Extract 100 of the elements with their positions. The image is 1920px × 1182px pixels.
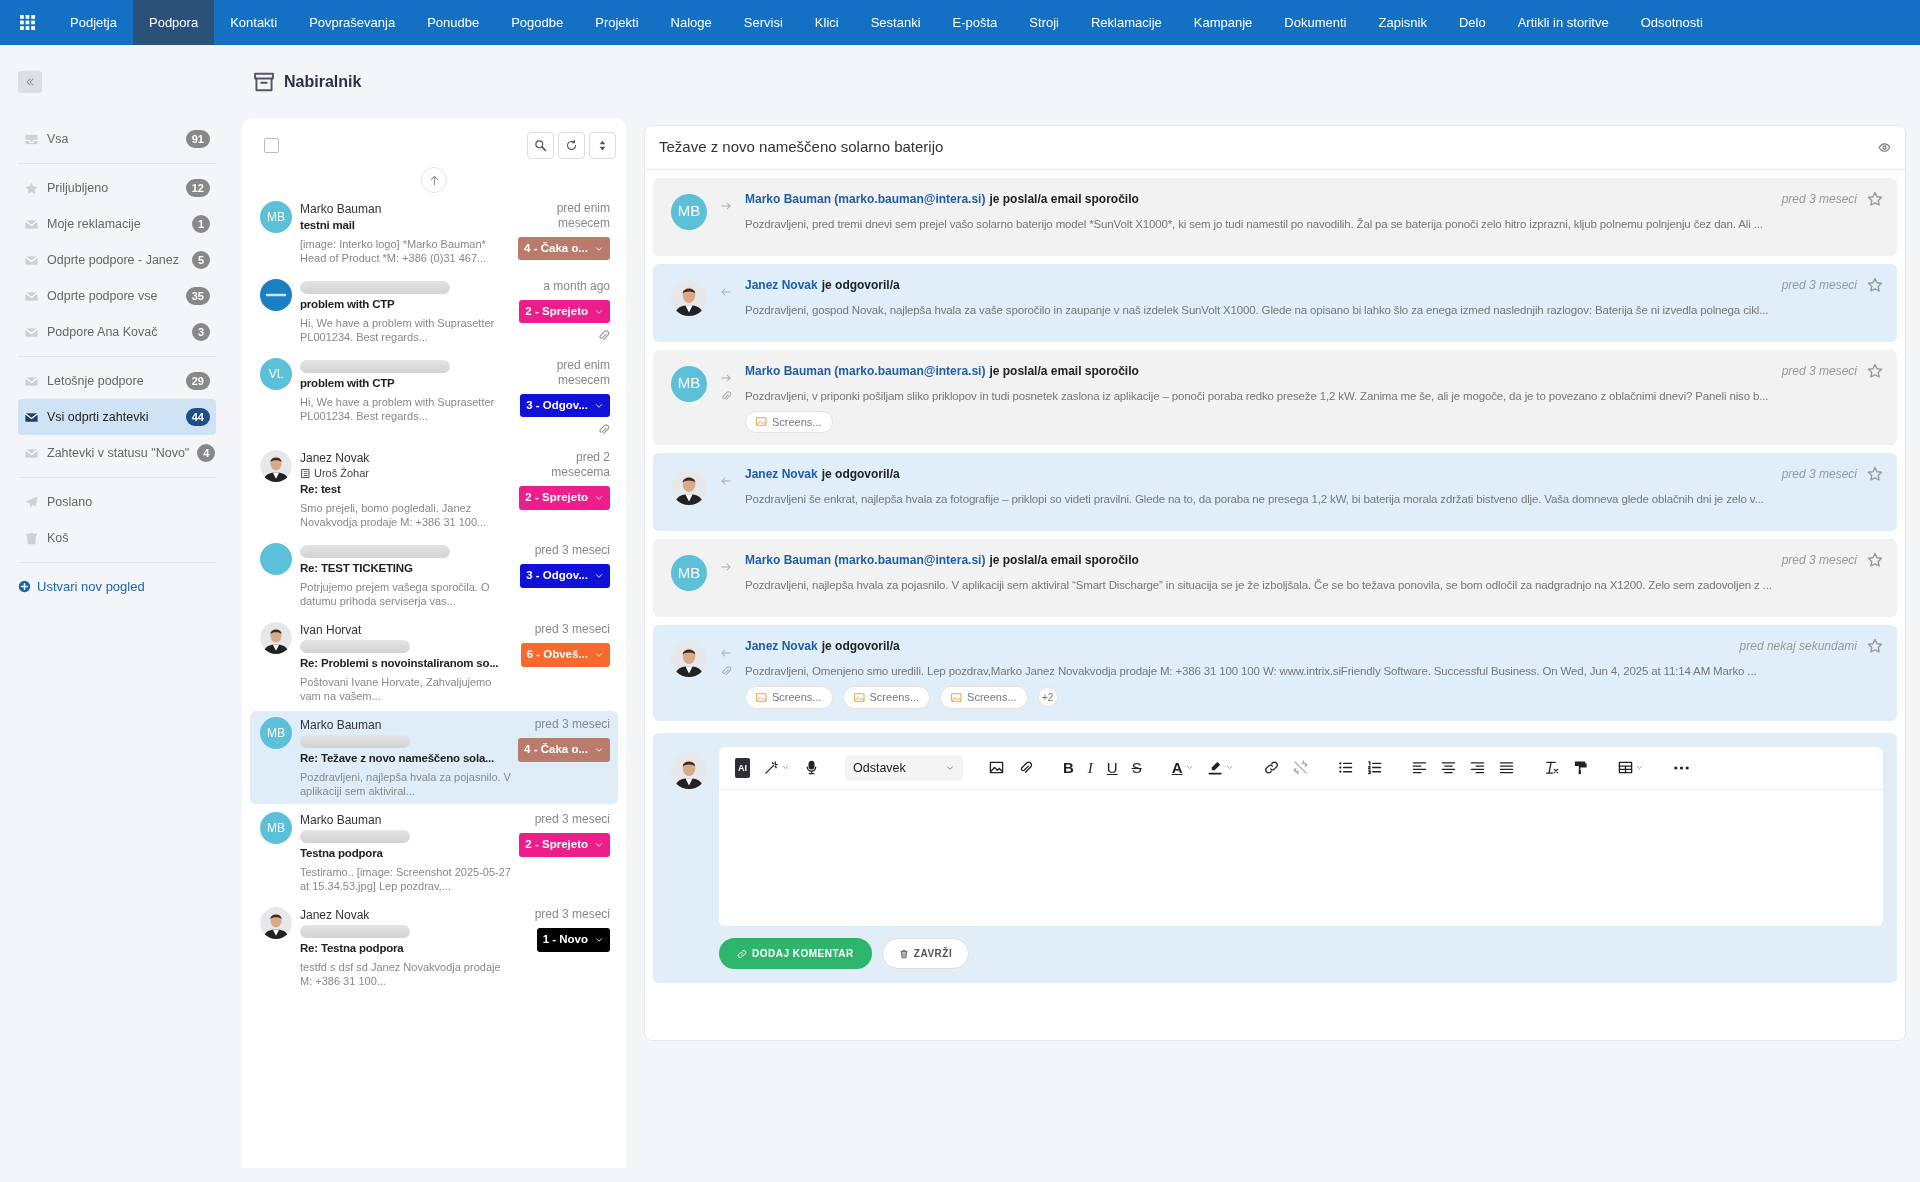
nav-tab[interactable]: Naloge xyxy=(654,0,728,45)
scroll-up-button[interactable] xyxy=(421,167,447,193)
refresh-icon[interactable] xyxy=(565,139,578,152)
sidebar-item[interactable]: Podpore Ana Kovač 3 xyxy=(18,314,216,350)
nav-tab[interactable]: Dokumenti xyxy=(1268,0,1363,45)
nav-tab[interactable]: Klici xyxy=(798,0,855,45)
thread-title: Težave z novo nameščeno solarno baterijo xyxy=(659,137,944,157)
status-dropdown[interactable]: 4 - Čaka o... xyxy=(518,237,610,261)
attachment-chip[interactable]: Screens... xyxy=(745,410,833,433)
sidebar-item[interactable]: Zahtevki v statusu "Novo" 4 xyxy=(18,435,216,471)
nav-tab[interactable]: Projekti xyxy=(579,0,655,45)
status-dropdown[interactable]: 2 - Sprejeto xyxy=(519,833,610,857)
star-icon[interactable] xyxy=(1867,552,1883,568)
sidebar-label: Letošnje podpore xyxy=(47,372,144,390)
sidebar-item[interactable]: Priljubljeno 12 xyxy=(18,170,216,206)
nav-tab[interactable]: Reklamacije xyxy=(1075,0,1178,45)
message-list-item[interactable]: Re: TEST TICKETING Potrjujemo prejem vašega sporočila. O datumu prihoda serviserja vas... pred 3 meseci 3 - Odgov... xyxy=(250,537,618,615)
status-dropdown[interactable]: 3 - Odgov... xyxy=(520,394,610,418)
search-icon[interactable] xyxy=(534,139,547,152)
status-dropdown[interactable]: 3 - Odgov... xyxy=(520,564,610,588)
author-link[interactable]: Marko Bauman (marko.bauman@intera.si) xyxy=(745,361,986,380)
more-attachments-badge[interactable]: +2 xyxy=(1037,687,1058,708)
select-all-checkbox[interactable] xyxy=(264,138,279,153)
nav-tab[interactable]: E-pošta xyxy=(936,0,1014,45)
message-list-item[interactable]: Ivan Horvat Re: Problemi s novoinstaliranom so... Poštovani Ivane Horvate, Zahvaljujemo vam na vašem... pred 3 meseci 6 - Obveš... xyxy=(250,616,618,710)
apps-grid-icon[interactable] xyxy=(18,14,36,31)
sidebar-item[interactable]: Poslano xyxy=(18,484,216,520)
sidebar-item[interactable]: Vsa 91 xyxy=(18,121,216,157)
status-dropdown[interactable]: 6 - Obveš... xyxy=(520,643,610,667)
author-link[interactable]: Janez Novak xyxy=(745,637,818,655)
nav-tab[interactable]: Odsotnosti xyxy=(1624,0,1719,45)
sidebar-item[interactable]: Moje reklamacije 1 xyxy=(18,206,216,242)
message-list-item[interactable]: VL problem with CTP Hi, We have a problem with Suprasetter PL001234. Best regards... pred enim mesecem 3 - Odgov... xyxy=(250,352,618,443)
sidebar-item[interactable]: Odprte podpore vse 35 xyxy=(18,278,216,314)
sender-name: Marko Bauman xyxy=(300,717,383,734)
status-dropdown[interactable]: 1 - Novo xyxy=(536,928,610,952)
star-icon[interactable] xyxy=(1867,362,1883,379)
text-color-button[interactable]: A xyxy=(1167,756,1198,779)
search-button[interactable] xyxy=(527,132,554,159)
attachment-chip[interactable]: Screens... xyxy=(842,686,931,709)
message-time: pred 3 meseci xyxy=(1781,276,1857,294)
message-preview: Pozdravljeni, najlepša hvala za pojasnilo. V aplikaciji sem aktiviral... xyxy=(300,770,512,799)
message-list-item[interactable]: Janez Novak Re: Testna podpora testfd s dsf sd Janez Novakvodja prodaje M: +386 31 100... pred 3 meseci 1 - Novo xyxy=(250,901,618,995)
sidebar-item[interactable]: Odprte podpore - Janez 5 xyxy=(18,242,216,278)
nav-tab[interactable]: Ponudbe xyxy=(411,0,496,45)
nav-tab[interactable]: Servisi xyxy=(727,0,799,45)
arrow-left-icon xyxy=(720,475,732,487)
logo-icon xyxy=(260,279,292,311)
sidebar-label: Zahtevki v statusu "Novo" xyxy=(47,444,190,462)
author-link[interactable]: Janez Novak xyxy=(745,275,818,294)
sender-name: Janez Novak xyxy=(300,450,371,467)
sidebar-item[interactable]: Vsi odprti zahtevki 44 xyxy=(18,399,216,435)
message-list-item[interactable]: problem with CTP Hi, We have a problem with Suprasetter PL001234. Best regards... a month ago 2 - Sprejeto xyxy=(250,273,618,350)
sidebar-item[interactable]: Koš xyxy=(18,520,216,556)
status-dropdown[interactable]: 2 - Sprejeto xyxy=(519,486,610,510)
star-icon[interactable] xyxy=(1867,638,1883,654)
message-time: pred 3 meseci xyxy=(1781,552,1857,569)
author-link[interactable]: Marko Bauman (marko.bauman@intera.si) xyxy=(745,189,986,208)
star-icon[interactable] xyxy=(1867,276,1883,293)
strike-button[interactable]: S xyxy=(1127,756,1146,779)
discard-button[interactable]: ZAVRŽI xyxy=(881,938,970,970)
nav-tab[interactable]: Kontakti xyxy=(214,0,294,45)
nav-tab[interactable]: Delo xyxy=(1442,0,1502,45)
action-text: je poslal/a email sporočilo xyxy=(989,552,1139,569)
avatar: MB xyxy=(671,555,707,591)
paperclip-icon xyxy=(1018,760,1033,776)
status-dropdown[interactable]: 2 - Sprejeto xyxy=(519,300,610,324)
nav-tab[interactable]: Kampanje xyxy=(1177,0,1269,45)
message-list-item[interactable]: Janez Novak Uroš Žohar Re: test Smo prejeli, bomo pogledali. Janez Novakvodja prodaje M: +386 31 100... pred 2 mesecema 2 - Sprejeto xyxy=(250,444,618,536)
nav-tab[interactable]: Sestanki xyxy=(854,0,937,45)
attachment-chip[interactable]: Screens... xyxy=(745,686,833,709)
nav-tab[interactable]: Pogodbe xyxy=(495,0,580,45)
italic-button[interactable]: I xyxy=(1083,756,1097,779)
author-link[interactable]: Marko Bauman (marko.bauman@intera.si) xyxy=(745,551,986,569)
star-icon[interactable] xyxy=(1867,466,1883,482)
sidebar-item[interactable]: Letošnje podpore 29 xyxy=(18,363,216,399)
nav-tab[interactable]: Podjetja xyxy=(54,0,133,45)
message-list-item[interactable]: MB Marko Bauman Re: Težave z novo nameščeno sola... Pozdravljeni, najlepša hvala za pojasnilo. V aplikaciji sem aktiviral... pred 3 meseci 4 - Čaka o... xyxy=(250,711,618,805)
eye-icon[interactable] xyxy=(1878,140,1891,154)
sort-button[interactable] xyxy=(589,132,616,159)
message-list-item[interactable]: MB Marko Bauman testni mail [image: Interko logo] *Marko Bauman* Head of Product *M: +386 (0)31 467... pred enim mesecem 4 - Čaka o... xyxy=(250,195,618,271)
nav-tab[interactable]: Artikli in storitve xyxy=(1501,0,1625,45)
author-link[interactable]: Janez Novak xyxy=(745,465,818,483)
nav-tab[interactable]: Stroji xyxy=(1013,0,1075,45)
underline-button[interactable]: U xyxy=(1102,756,1122,779)
nav-tab[interactable]: Zapisnik xyxy=(1362,0,1443,45)
message-list-item[interactable]: MB Marko Bauman Testna podpora Testiramo.. [image: Screenshot 2025-05-27 at 15.34.53.jpg] Lep pozdrav,... pred 3 meseci 2 - Sprejeto xyxy=(250,806,618,900)
nav-tab[interactable]: Povpraševanja xyxy=(293,0,412,45)
paint-roller-icon xyxy=(1572,760,1588,776)
star-icon[interactable] xyxy=(1867,190,1883,207)
nav-tab[interactable]: Podpora xyxy=(133,0,215,45)
bold-button[interactable]: B xyxy=(1059,756,1078,779)
attachment-chip[interactable]: Screens... xyxy=(940,686,1028,709)
message-subject: Re: Problemi s novoinstaliranom so... xyxy=(300,656,500,672)
format-dropdown[interactable]: Odstavek xyxy=(845,754,963,782)
arrow-left-icon xyxy=(720,647,732,659)
status-dropdown[interactable]: 4 - Čaka o... xyxy=(518,738,610,762)
comment-input[interactable] xyxy=(719,790,1883,927)
create-view-link[interactable]: Ustvari nov pogled xyxy=(18,577,216,597)
refresh-button[interactable] xyxy=(558,132,585,159)
